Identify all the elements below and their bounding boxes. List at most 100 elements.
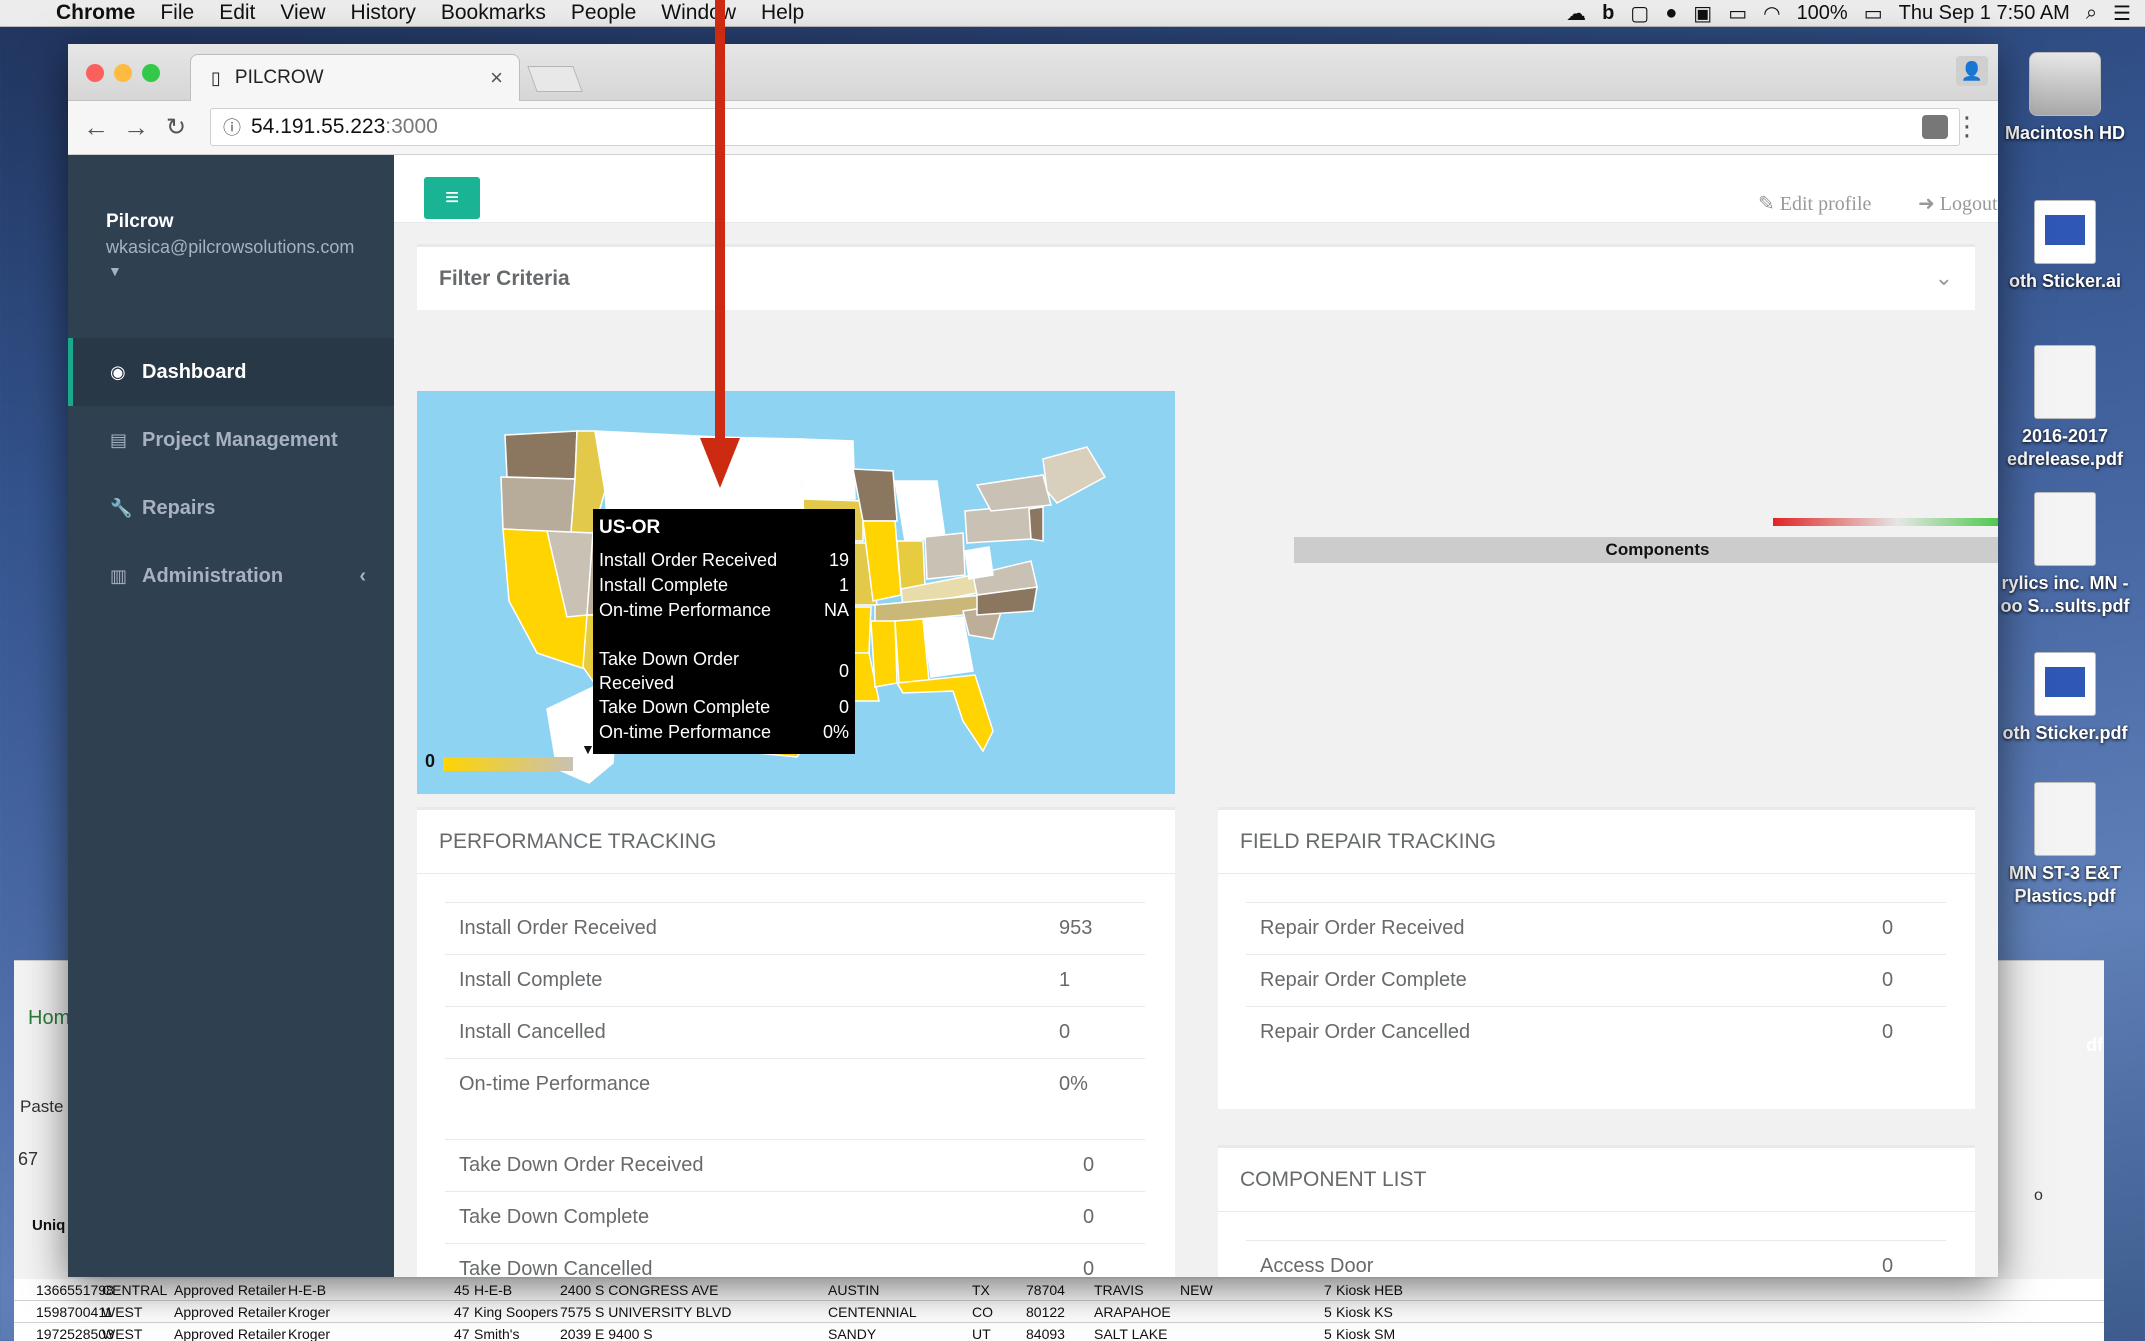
excel-cell[interactable]: CENTRAL <box>102 1282 167 1298</box>
edit-profile-link[interactable]: ✎ Edit profile <box>1758 191 1871 216</box>
excel-cell[interactable]: Approved Retailer <box>174 1282 286 1298</box>
tooltip-region: US-OR <box>599 517 661 538</box>
excel-cell[interactable]: Smith's <box>474 1326 519 1341</box>
excel-cell[interactable]: 84093 <box>1026 1326 1065 1341</box>
excel-cell[interactable]: TRAVIS <box>1094 1282 1144 1298</box>
excel-cell[interactable]: TX <box>972 1282 990 1298</box>
stat-row: Install Complete 1 <box>445 954 1145 1007</box>
extension-icon[interactable] <box>1922 115 1948 139</box>
user-email[interactable]: wkasica@pilcrowsolutions.com <box>106 237 376 258</box>
battery-icon[interactable]: ▭ <box>1864 1 1883 26</box>
sidebar-item-project-management[interactable]: ▤ Project Management <box>68 406 394 474</box>
filter-criteria-panel[interactable]: Filter Criteria ⌄ <box>417 244 1975 310</box>
excel-cell[interactable]: Kroger <box>288 1326 330 1341</box>
repair-stats-table: Repair Order Received 0 Repair Order Compl… <box>1246 902 1946 1059</box>
clock[interactable]: Thu Sep 1 7:50 AM <box>1899 2 2070 25</box>
excel-cell[interactable]: CO <box>972 1304 993 1320</box>
excel-cell[interactable]: 45 <box>454 1282 470 1298</box>
excel-cell[interactable]: SANDY <box>828 1326 876 1341</box>
profile-icon[interactable]: 👤 <box>1956 56 1988 86</box>
menu-help[interactable]: Help <box>761 1 804 25</box>
excel-cell[interactable]: ARAPAHOE <box>1094 1304 1171 1320</box>
excel-cell[interactable]: CENTENNIAL <box>828 1304 917 1320</box>
info-icon[interactable]: ⓘ <box>223 114 241 140</box>
address-bar[interactable]: ⓘ 54.191.55.223 :3000 ☆ <box>210 108 1960 146</box>
menu-edit[interactable]: Edit <box>219 1 255 25</box>
minimize-window-button[interactable] <box>114 64 132 82</box>
menu-history[interactable]: History <box>351 1 416 25</box>
excel-cell[interactable]: 7575 S UNIVERSITY BLVD <box>560 1304 731 1320</box>
excel-paste-label[interactable]: Paste <box>20 1097 63 1117</box>
back-icon[interactable]: ← <box>76 112 116 143</box>
excel-cell[interactable]: Kiosk KS <box>1336 1304 1393 1320</box>
bar-chart-icon: ▥ <box>110 565 128 586</box>
sidebar-item-repairs[interactable]: 🔧 Repairs <box>68 474 394 542</box>
excel-cell[interactable]: King Soopers <box>474 1304 558 1320</box>
menu-file[interactable]: File <box>160 1 194 25</box>
excel-cell[interactable]: 2400 S CONGRESS AVE <box>560 1282 718 1298</box>
excel-cell[interactable]: 5 <box>1324 1326 1332 1341</box>
excel-cell[interactable]: Kiosk HEB <box>1336 1282 1403 1298</box>
excel-cell[interactable]: 78704 <box>1026 1282 1065 1298</box>
spotlight-search-icon[interactable]: ⌕ <box>2086 2 2097 25</box>
excel-cell[interactable]: 5 <box>1324 1304 1332 1320</box>
excel-cell[interactable]: UT <box>972 1326 991 1341</box>
wifi-icon[interactable]: ◠ <box>1763 1 1780 26</box>
b-app-icon[interactable]: b <box>1602 2 1614 25</box>
excel-cell[interactable]: 47 <box>454 1304 470 1320</box>
excel-cell[interactable]: Approved Retailer <box>174 1326 286 1341</box>
excel-home-tab[interactable]: Hom <box>28 1007 70 1030</box>
state-mn <box>800 438 856 500</box>
excel-cell[interactable]: NEW <box>1180 1282 1213 1298</box>
airplay-icon[interactable]: ▭ <box>1728 1 1747 26</box>
excel-cell[interactable]: 47 <box>454 1326 470 1341</box>
forward-icon[interactable]: → <box>116 112 156 143</box>
status-app-icon[interactable]: ● <box>1665 2 1677 25</box>
chat-icon[interactable]: ▢ <box>1630 1 1649 26</box>
desktop-icon-sticker-pdf[interactable]: oth Sticker.pdf <box>2000 652 2130 745</box>
sidebar-item-administration[interactable]: ▥ Administration ‹ <box>68 542 394 610</box>
excel-cell[interactable]: H-E-B <box>474 1282 512 1298</box>
close-tab-icon[interactable]: × <box>490 65 503 91</box>
excel-cell[interactable]: Approved Retailer <box>174 1304 286 1320</box>
reload-icon[interactable]: ↻ <box>156 113 196 142</box>
desktop-icon-plastics-pdf[interactable]: MN ST-3 E&T Plastics.pdf <box>2000 782 2130 908</box>
chevron-down-icon[interactable]: ⌄ <box>1935 265 1953 291</box>
excel-cell[interactable]: H-E-B <box>288 1282 326 1298</box>
excel-cell[interactable]: 2039 E 9400 S <box>560 1326 653 1341</box>
user-name[interactable]: Pilcrow <box>106 211 174 233</box>
excel-cell[interactable]: AUSTIN <box>828 1282 879 1298</box>
new-tab-button[interactable] <box>527 66 583 92</box>
desktop-icon-sticker-ai[interactable]: oth Sticker.ai <box>2000 200 2130 293</box>
excel-cell[interactable]: SALT LAKE <box>1094 1326 1167 1341</box>
browser-tab[interactable]: ▯ PILCROW × <box>190 54 520 101</box>
excel-cell[interactable]: WEST <box>102 1304 142 1320</box>
desktop-icon-edrelease-pdf[interactable]: 2016-2017 edrelease.pdf <box>2000 345 2130 471</box>
window-titlebar: ▯ PILCROW × 👤 <box>68 44 1998 101</box>
creative-cloud-icon[interactable]: ☁ <box>1566 1 1586 26</box>
sidebar-toggle-button[interactable]: ≡ <box>424 177 480 219</box>
copy-app-icon[interactable]: ▣ <box>1693 1 1712 26</box>
menu-view[interactable]: View <box>280 1 325 25</box>
zoom-window-button[interactable] <box>142 64 160 82</box>
page-content: Pilcrow wkasica@pilcrowsolutions.com ▼ ◉… <box>68 155 1998 1277</box>
stat-row: Take Down Cancelled 0 <box>445 1243 1145 1277</box>
close-window-button[interactable] <box>86 64 104 82</box>
menu-app-chrome[interactable]: Chrome <box>56 1 135 25</box>
chrome-menu-icon[interactable]: ⋮ <box>1954 111 1980 142</box>
excel-cell[interactable]: Kiosk SM <box>1336 1326 1395 1341</box>
excel-cell[interactable]: Kroger <box>288 1304 330 1320</box>
logout-link[interactable]: ➜ Logout <box>1918 191 1998 216</box>
sidebar-item-dashboard[interactable]: ◉ Dashboard <box>68 338 394 406</box>
notification-center-icon[interactable]: ☰ <box>2113 1 2131 26</box>
menu-bookmarks[interactable]: Bookmarks <box>441 1 546 25</box>
desktop-icon-macintosh-hd[interactable]: Macintosh HD <box>2000 52 2130 145</box>
battery-percent[interactable]: 100% <box>1797 2 1848 25</box>
excel-cell[interactable]: 80122 <box>1026 1304 1065 1320</box>
panel-title: FIELD REPAIR TRACKING <box>1218 810 1975 874</box>
desktop-icon-acrylics-pdf[interactable]: rylics inc. MN - oo S...sults.pdf <box>2000 492 2130 618</box>
excel-cell[interactable]: 7 <box>1324 1282 1332 1298</box>
menu-people[interactable]: People <box>571 1 636 25</box>
user-menu-caret-icon[interactable]: ▼ <box>108 263 122 279</box>
excel-cell[interactable]: WEST <box>102 1326 142 1341</box>
